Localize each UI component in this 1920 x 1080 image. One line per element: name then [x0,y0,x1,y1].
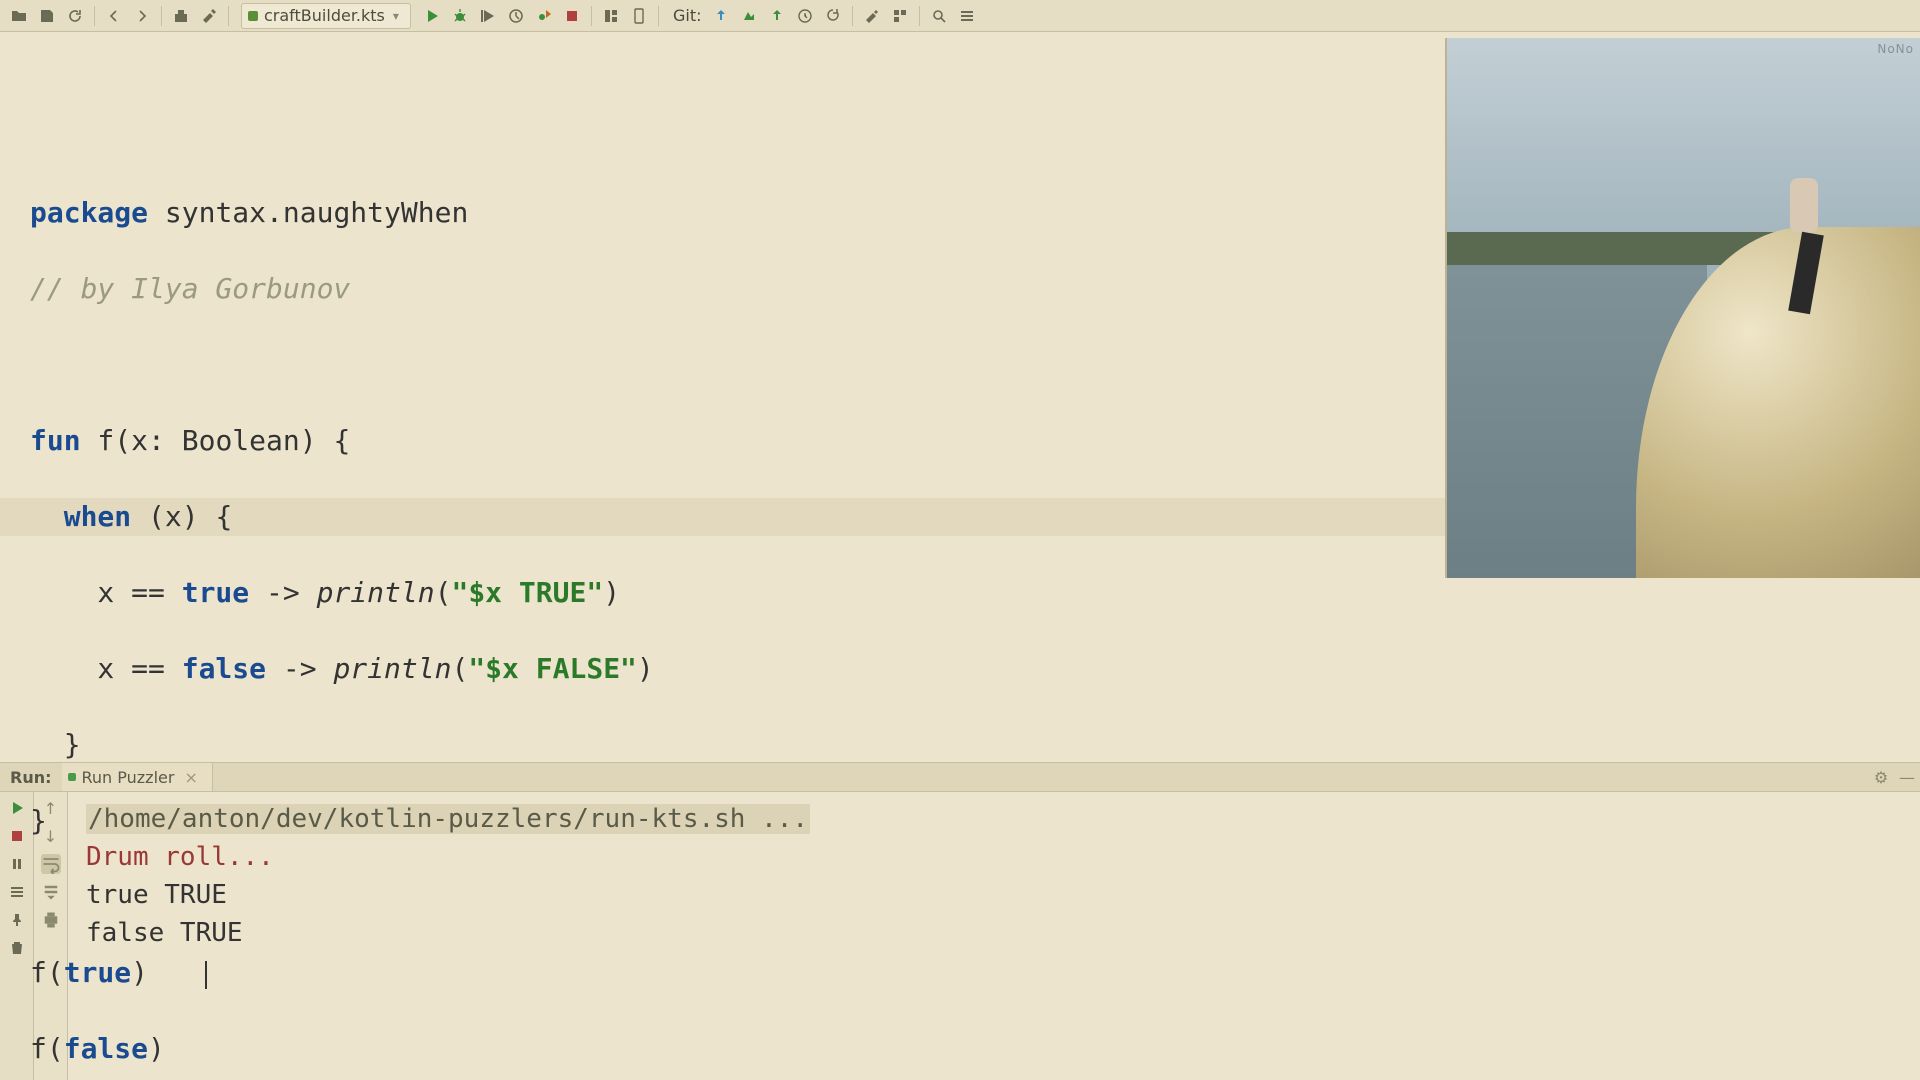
stop-icon[interactable] [7,826,27,846]
video-watermark: NoNo [1877,42,1914,56]
workspace: package syntax.naughtyWhen // by Ilya Go… [0,32,1920,762]
gear-icon[interactable]: ⚙ [1868,768,1894,787]
back-icon[interactable] [101,3,127,29]
rerun-icon[interactable] [7,798,27,818]
pin-icon[interactable] [7,910,27,930]
text-caret [205,961,207,989]
dump-threads-icon[interactable] [7,882,27,902]
open-icon[interactable] [6,3,32,29]
git-history-icon[interactable] [792,3,818,29]
run-icon[interactable] [419,3,445,29]
git-revert-icon[interactable] [820,3,846,29]
run-coverage-icon[interactable] [475,3,501,29]
presenter-video-overlay: NoNo [1445,38,1920,578]
avd-icon[interactable] [626,3,652,29]
search-icon[interactable] [926,3,952,29]
debug-icon[interactable] [447,3,473,29]
code-editor[interactable]: package syntax.naughtyWhen // by Ilya Go… [0,32,1445,762]
more-icon[interactable] [954,3,980,29]
project-structure-icon[interactable] [887,3,913,29]
attach-debug-icon[interactable] [531,3,557,29]
minimize-icon[interactable]: — [1894,768,1920,787]
run-config-name: craftBuilder.kts [264,6,385,25]
layout-icon[interactable] [598,3,624,29]
git-label: Git: [673,6,702,25]
git-commit-icon[interactable] [736,3,762,29]
stop-icon[interactable] [559,3,585,29]
ide-settings-icon[interactable] [859,3,885,29]
author-comment: // by Ilya Gorbunov [30,270,1445,308]
git-push-icon[interactable] [764,3,790,29]
refresh-icon[interactable] [62,3,88,29]
forward-icon[interactable] [129,3,155,29]
save-all-icon[interactable] [34,3,60,29]
main-toolbar: craftBuilder.kts Git: [0,0,1920,32]
kw-package: package [30,196,148,229]
git-update-icon[interactable] [708,3,734,29]
run-config-combo[interactable]: craftBuilder.kts [241,3,411,29]
console-actions-gutter [0,792,34,1080]
hammer-icon[interactable] [196,3,222,29]
trash-icon[interactable] [7,938,27,958]
pause-icon[interactable] [7,854,27,874]
build-icon[interactable] [168,3,194,29]
profile-icon[interactable] [503,3,529,29]
